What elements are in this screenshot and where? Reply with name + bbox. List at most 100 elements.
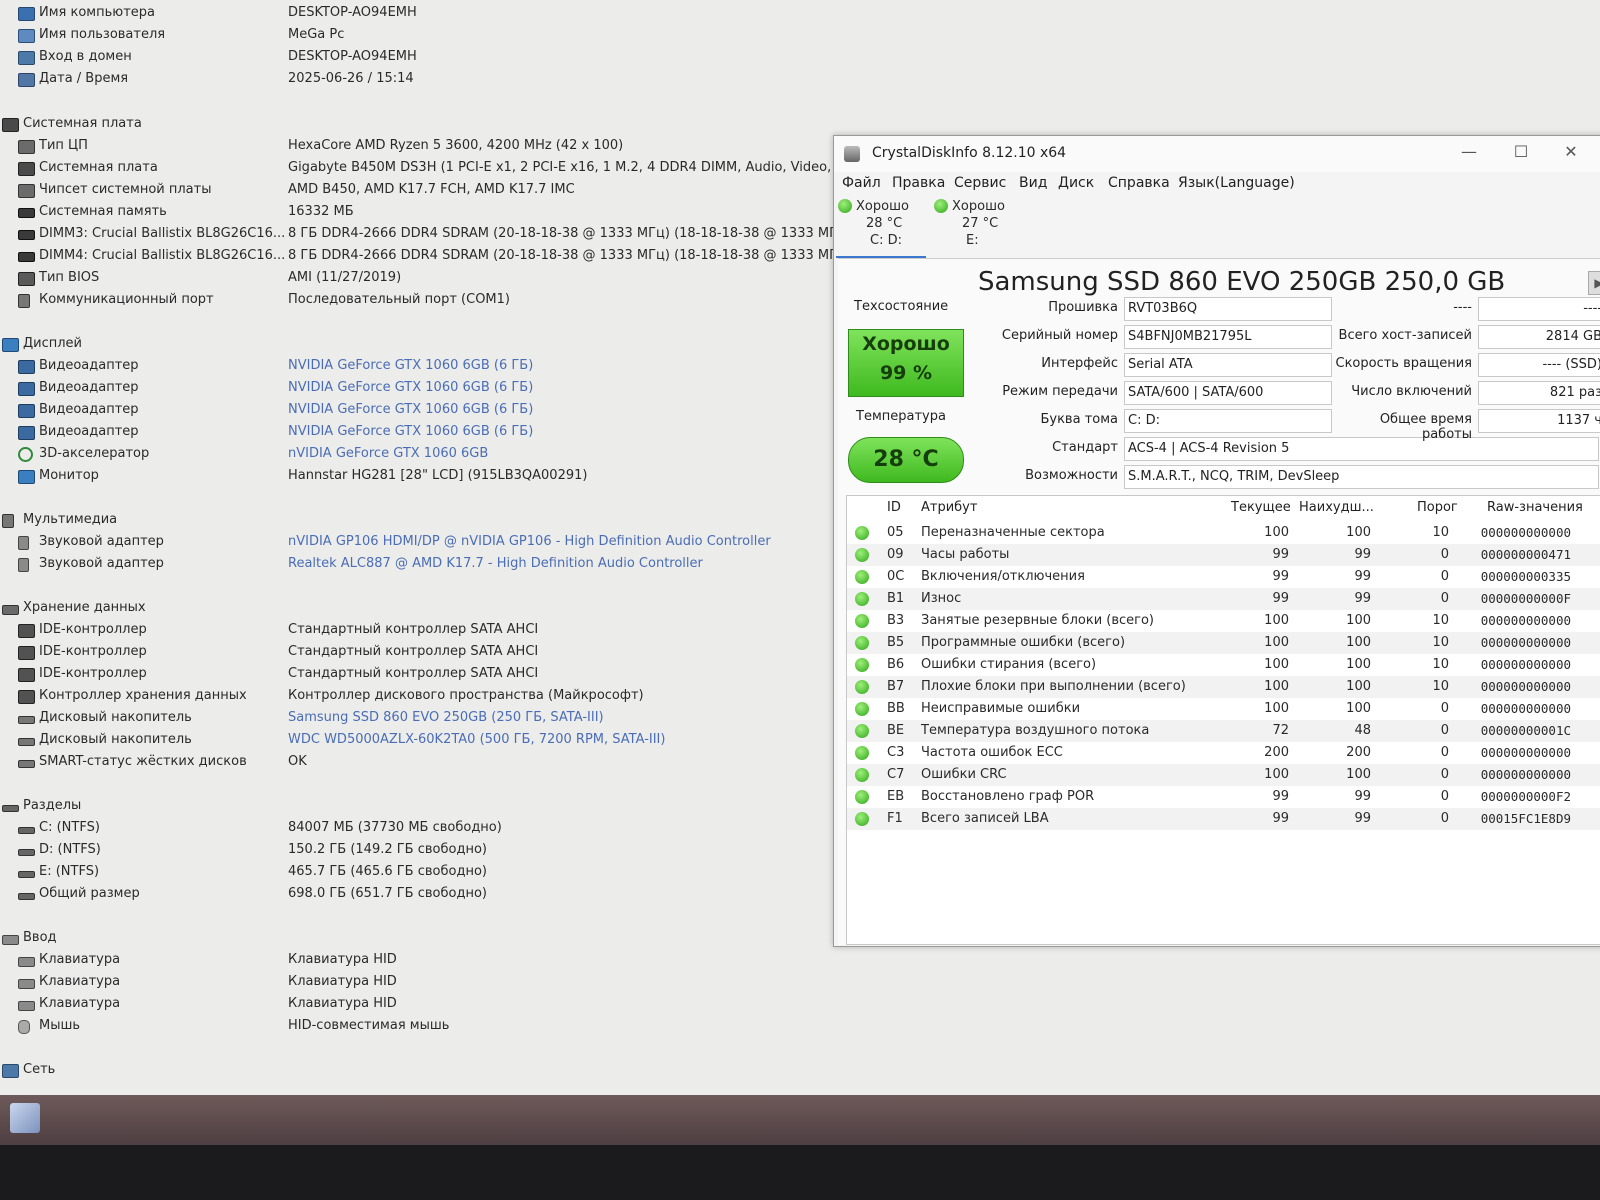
tree-category[interactable]: Дисплей (0, 334, 830, 354)
prop-value-field[interactable]: ---- (SSD) (1478, 353, 1600, 377)
tree-item[interactable]: Общий размер 698.0 ГБ (651.7 ГБ свободно) (0, 884, 830, 904)
tree-item[interactable]: Системная память 16332 МБ (0, 202, 830, 222)
smart-row[interactable]: B7 Плохие блоки при выполнении (всего) 100… (847, 676, 1600, 698)
tree-item-link[interactable]: NVIDIA GeForce GTX 1060 6GB (6 ГБ) (288, 378, 533, 398)
smart-row[interactable]: B5 Программные ошибки (всего) 100 100 10 0000… (847, 632, 1600, 654)
maximize-button[interactable]: ☐ (1506, 142, 1536, 161)
close-button[interactable]: ✕ (1556, 142, 1586, 161)
tree-item[interactable]: Видеоадаптер NVIDIA GeForce GTX 1060 6GB … (0, 378, 830, 398)
smart-row[interactable]: 05 Переназначенные сектора 100 100 10 0000000… (847, 522, 1600, 544)
col-header-worst[interactable]: Наихудш... (1299, 500, 1374, 515)
health-status-button[interactable]: Хорошо 99 % (848, 329, 964, 397)
smart-row[interactable]: EB Восстановлено граф POR 99 99 0 0000000000F… (847, 786, 1600, 808)
tree-item[interactable]: Имя компьютера DESKTOP-AO94EMH (0, 3, 830, 23)
tree-item[interactable]: C: (NTFS) 84007 МБ (37730 МБ свободно) (0, 818, 830, 838)
tree-item[interactable]: Системная плата Gigabyte B450M DS3H (1 PC… (0, 158, 848, 178)
tree-item[interactable]: Дисковый накопитель WDC WD5000AZLX-60K2TA… (0, 730, 830, 750)
menu-file[interactable]: Файл (842, 175, 881, 191)
tree-item[interactable]: Клавиатура Клавиатура HID (0, 972, 830, 992)
tree-item-link[interactable]: NVIDIA GeForce GTX 1060 6GB (6 ГБ) (288, 422, 533, 442)
prop-value-field[interactable]: Serial ATA (1124, 353, 1332, 377)
smart-row[interactable]: 09 Часы работы 99 99 0 000000000471 (847, 544, 1600, 566)
smart-row[interactable]: C7 Ошибки CRC 100 100 0 000000000000 (847, 764, 1600, 786)
col-header-current[interactable]: Текущее (1231, 500, 1291, 515)
tree-item[interactable]: IDE-контроллер Стандартный контроллер SAT… (0, 620, 830, 640)
tree-item[interactable]: IDE-контроллер Стандартный контроллер SAT… (0, 664, 830, 684)
menu-help[interactable]: Справка (1108, 175, 1170, 191)
menu-edit[interactable]: Правка (892, 175, 945, 191)
smart-row[interactable]: B6 Ошибки стирания (всего) 100 100 10 0000000… (847, 654, 1600, 676)
tree-item[interactable]: Звуковой адаптер Realtek ALC887 @ AMD K17… (0, 554, 830, 574)
menu-view[interactable]: Вид (1019, 175, 1047, 191)
tree-item[interactable]: Клавиатура Клавиатура HID (0, 950, 830, 970)
tree-category[interactable]: Разделы (0, 796, 830, 816)
tree-item-link[interactable]: Samsung SSD 860 EVO 250GB (250 ГБ, SATA-… (288, 708, 604, 728)
tree-item[interactable]: Коммуникационный порт Последовательный по… (0, 290, 830, 310)
tree-item[interactable]: Видеоадаптер NVIDIA GeForce GTX 1060 6GB … (0, 400, 830, 420)
tree-item[interactable]: Звуковой адаптер nVIDIA GP106 HDMI/DP @ n… (0, 532, 830, 552)
tree-item-link[interactable]: NVIDIA GeForce GTX 1060 6GB (6 ГБ) (288, 356, 533, 376)
disk-tab-e[interactable]: Хорошо 27 °C E: (932, 196, 1022, 256)
tree-item[interactable]: Чипсет системной платы AMD B450, AMD K17.… (0, 180, 830, 200)
menu-language[interactable]: Язык(Language) (1178, 175, 1295, 191)
smart-row[interactable]: B3 Занятые резервные блоки (всего) 100 100 1… (847, 610, 1600, 632)
prop-value-field[interactable]: 2814 GB (1478, 325, 1600, 349)
smart-row[interactable]: F1 Всего записей LBA 99 99 0 00015FC1E8D9 (847, 808, 1600, 830)
tree-item-link[interactable]: Realtek ALC887 @ AMD K17.7 - High Defini… (288, 554, 703, 574)
tree-item[interactable]: Монитор Hannstar HG281 [28" LCD] (915LB3Q… (0, 466, 830, 486)
col-header-threshold[interactable]: Порог (1417, 500, 1458, 515)
next-disk-arrow-icon[interactable]: ▶ (1588, 271, 1600, 295)
tree-item[interactable]: Вход в домен DESKTOP-AO94EMH (0, 47, 830, 67)
title-bar[interactable]: CrystalDiskInfo 8.12.10 x64 — ☐ ✕ (834, 136, 1600, 172)
prop-value-field[interactable]: SATA/600 | SATA/600 (1124, 381, 1332, 405)
tree-category[interactable]: Сеть (0, 1060, 830, 1080)
tree-item[interactable]: Клавиатура Клавиатура HID (0, 994, 830, 1014)
prop-value-field[interactable]: RVT03B6Q (1124, 297, 1332, 321)
tree-item[interactable]: 3D-акселератор nVIDIA GeForce GTX 1060 6G… (0, 444, 830, 464)
tree-item-link[interactable]: NVIDIA GeForce GTX 1060 6GB (6 ГБ) (288, 400, 533, 420)
tree-item[interactable]: Тип BIOS AMI (11/27/2019) (0, 268, 830, 288)
disk-tab-c[interactable]: Хорошо 28 °C C: D: (836, 196, 926, 258)
smart-row[interactable]: C3 Частота ошибок ECC 200 200 0 000000000000 (847, 742, 1600, 764)
smart-row[interactable]: BB Неисправимые ошибки 100 100 0 000000000000 (847, 698, 1600, 720)
tree-item[interactable]: IDE-контроллер Стандартный контроллер SAT… (0, 642, 830, 662)
tree-category[interactable]: Системная плата (0, 114, 830, 134)
tree-item[interactable]: Имя пользователя MeGa Pc (0, 25, 830, 45)
prop-value-field[interactable]: C: D: (1124, 409, 1332, 433)
tree-item-link[interactable]: nVIDIA GP106 HDMI/DP @ nVIDIA GP106 - Hi… (288, 532, 771, 552)
tree-item[interactable]: Видеоадаптер NVIDIA GeForce GTX 1060 6GB … (0, 356, 830, 376)
col-header-raw[interactable]: Raw-значения (1487, 500, 1583, 515)
smart-row[interactable]: BE Температура воздушного потока 72 48 0 0000… (847, 720, 1600, 742)
prop-value-field[interactable]: 1137 ч (1478, 409, 1600, 433)
col-header-attr[interactable]: Атрибут (921, 500, 977, 515)
tree-item[interactable]: D: (NTFS) 150.2 ГБ (149.2 ГБ свободно) (0, 840, 830, 860)
tree-item[interactable]: DIMM4: Crucial Ballistix BL8G26C16... 8 Г… (0, 246, 858, 266)
temperature-value[interactable]: 28 °C (848, 437, 964, 483)
prop-value-field[interactable]: ---- (1478, 297, 1600, 321)
minimize-button[interactable]: — (1454, 142, 1484, 161)
tree-item[interactable]: E: (NTFS) 465.7 ГБ (465.6 ГБ свободно) (0, 862, 830, 882)
temperature-label: Температура (856, 409, 946, 424)
tree-item[interactable]: SMART-статус жёстких дисков OK (0, 752, 830, 772)
taskbar-app-icon[interactable] (10, 1103, 40, 1133)
tree-category[interactable]: Хранение данных (0, 598, 830, 618)
prop-value-field[interactable]: S4BFNJ0MB21795L (1124, 325, 1332, 349)
tree-category[interactable]: Ввод (0, 928, 830, 948)
menu-disk[interactable]: Диск (1058, 175, 1094, 191)
tree-item[interactable]: Дата / Время 2025-06-26 / 15:14 (0, 69, 830, 89)
col-header-id[interactable]: ID (887, 500, 901, 515)
smart-row[interactable]: B1 Износ 99 99 0 00000000000F (847, 588, 1600, 610)
tree-item[interactable]: Дисковый накопитель Samsung SSD 860 EVO 2… (0, 708, 830, 728)
tree-item[interactable]: Видеоадаптер NVIDIA GeForce GTX 1060 6GB … (0, 422, 830, 442)
tree-item-link[interactable]: WDC WD5000AZLX-60K2TA0 (500 ГБ, 7200 RPM… (288, 730, 665, 750)
tree-item[interactable]: Мышь HID-совместимая мышь (0, 1016, 830, 1036)
tree-item[interactable]: Контроллер хранения данных Контроллер дис… (0, 686, 830, 706)
prop-value-field[interactable]: S.M.A.R.T., NCQ, TRIM, DevSleep (1124, 465, 1599, 489)
menu-service[interactable]: Сервис (954, 175, 1006, 191)
tree-item[interactable]: DIMM3: Crucial Ballistix BL8G26C16... 8 Г… (0, 224, 858, 244)
tree-category[interactable]: Мультимедиа (0, 510, 830, 530)
tree-item-link[interactable]: nVIDIA GeForce GTX 1060 6GB (288, 444, 488, 464)
tree-item[interactable]: Тип ЦП HexaCore AMD Ryzen 5 3600, 4200 MH… (0, 136, 830, 156)
prop-value-field[interactable]: 821 раз (1478, 381, 1600, 405)
smart-row[interactable]: 0C Включения/отключения 99 99 0 000000000335 (847, 566, 1600, 588)
